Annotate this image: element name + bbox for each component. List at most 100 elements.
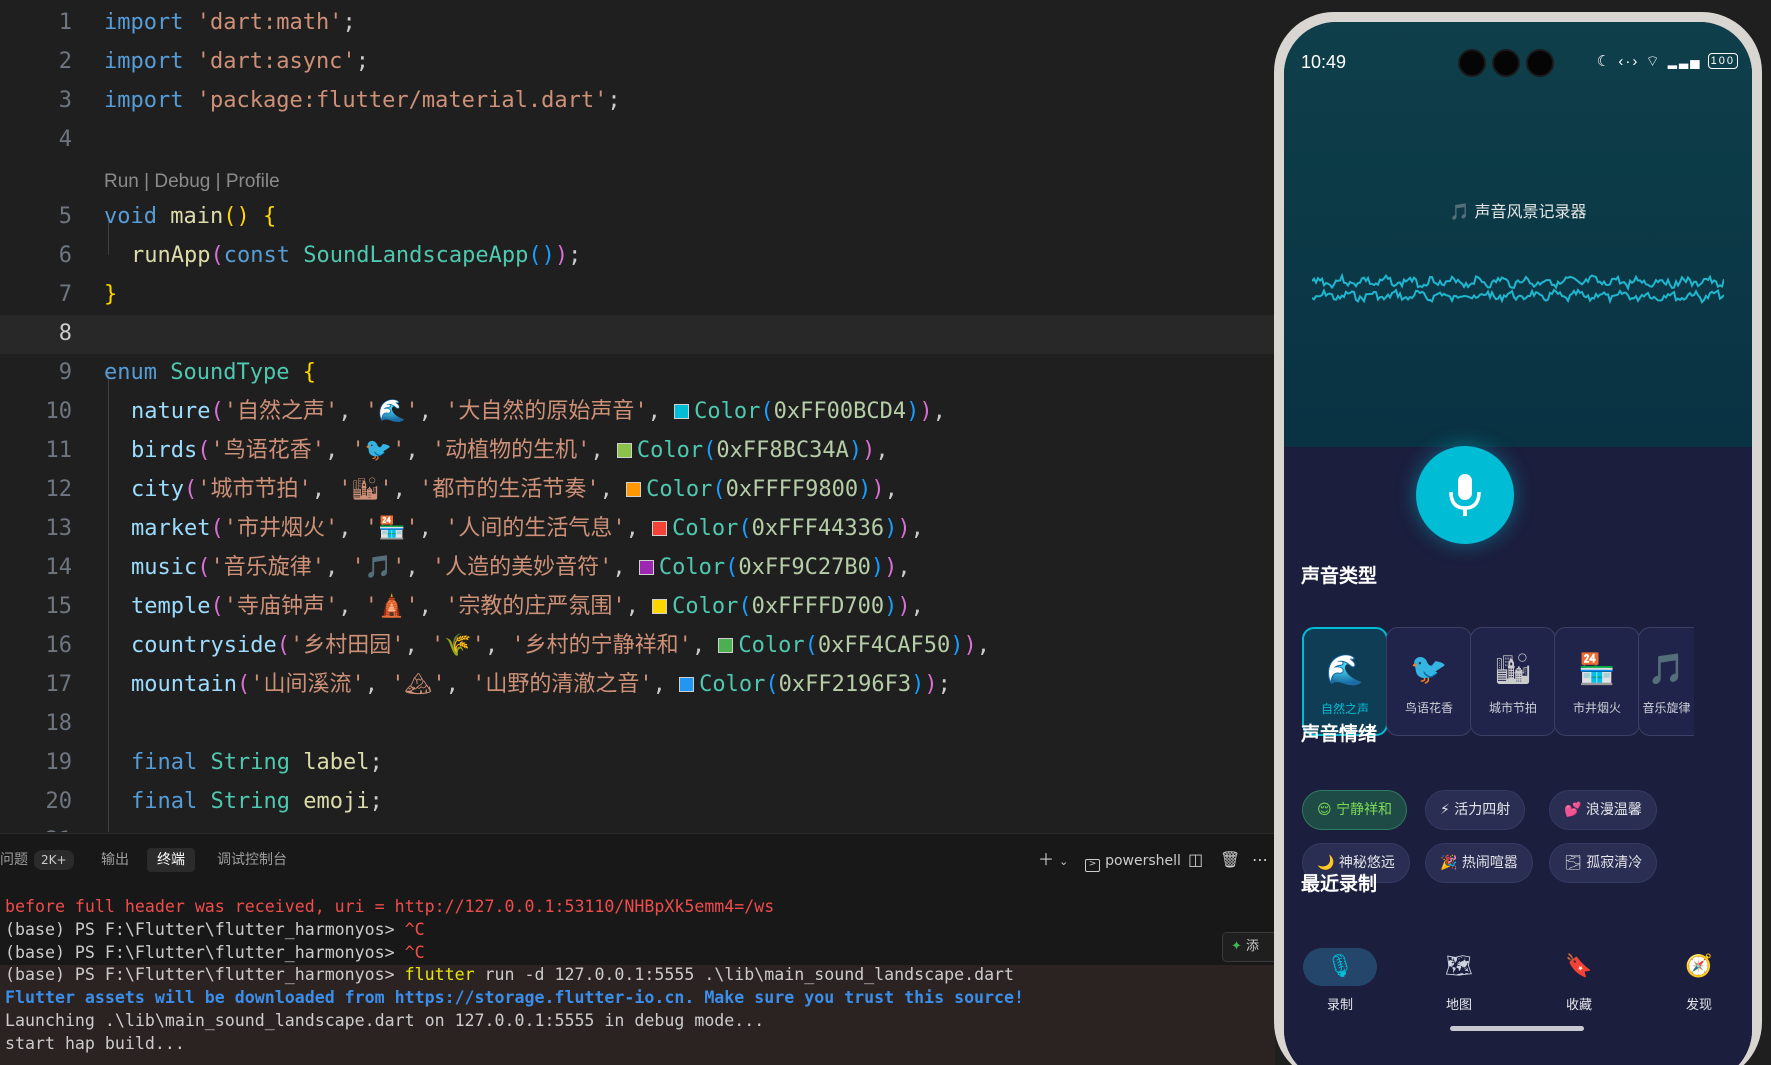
sound-type-card[interactable]: 🏪 市井烟火	[1554, 627, 1640, 736]
line-number: 2	[58, 49, 72, 74]
sound-mood-chip[interactable]: 💕 浪漫温馨	[1549, 790, 1657, 830]
tab-terminal[interactable]: 终端	[147, 848, 195, 872]
code-line[interactable]: 16 countryside('乡村田园', '🌾', '乡村的宁静祥和', Co…	[0, 627, 1275, 666]
terminal-prompt: (base) PS F:\Flutter\flutter_harmonyos>	[5, 942, 405, 962]
sound-mood-chip[interactable]: 😌 宁静祥和	[1302, 790, 1408, 830]
sound-mood-chip[interactable]: 🌫 孤寂清冷	[1549, 843, 1658, 883]
hero-header: 10:49 ☾ ‹·› ⌔ ▂▃▅ 100 🎵 声音风景记录器	[1284, 22, 1752, 447]
code-line[interactable]: 21	[0, 822, 1275, 832]
enum-value-desc: '宗教的庄严氛围'	[445, 594, 626, 619]
tab-output[interactable]: 输出	[101, 848, 129, 872]
terminal-instance[interactable]: > powershell	[1085, 848, 1181, 873]
sound-mood-chip[interactable]: 🎉 热闹喧嚣	[1425, 843, 1533, 883]
enum-value-label: '音乐旋律'	[210, 555, 325, 580]
mood-label: 热闹喧嚣	[1461, 855, 1518, 871]
sound-type-emoji-icon: 🎵	[1647, 652, 1686, 687]
tab-debug-console[interactable]: 调试控制台	[217, 848, 287, 872]
enum-value-name: countryside	[131, 633, 277, 658]
import-path: 'package:flutter/material.dart'	[196, 88, 608, 113]
code-line[interactable]: 15 temple('寺庙钟声', '🛕', '宗教的庄严氛围', Color(0…	[0, 588, 1275, 627]
mood-emoji-icon: 😌	[1317, 802, 1332, 818]
color-swatch[interactable]	[626, 482, 642, 497]
more-icon[interactable]: ⋯	[1252, 848, 1268, 872]
new-terminal-button[interactable]: ＋ ⌄	[1038, 848, 1068, 874]
enum-name: SoundType	[170, 360, 290, 385]
color-swatch[interactable]	[638, 560, 654, 575]
terminal-ctrl-c: ^C	[404, 919, 425, 939]
enum-value-label: '寺庙钟声'	[223, 594, 339, 619]
code-line[interactable]: 13 market('市井烟火', '🏪', '人间的生活气息', Color(0…	[0, 510, 1275, 549]
code-line[interactable]: 10 nature('自然之声', '🌊', '大自然的原始声音', Color(…	[0, 393, 1275, 432]
section-title-sound-type: 声音类型	[1301, 565, 1378, 587]
record-button[interactable]	[1416, 446, 1514, 544]
mood-emoji-icon: ⚡	[1440, 802, 1450, 818]
code-line[interactable]: 17 mountain('山间溪流', '🏔', '山野的清澈之音', Color…	[0, 666, 1275, 705]
bottom-panel: 问题 2K+ 输出 终端 调试控制台 ＋ ⌄ > powershell ◫ 🗑 ⋯…	[0, 833, 1275, 1065]
field-name: emoji	[303, 789, 370, 814]
sound-type-card[interactable]: 🎵 音乐旋律	[1638, 627, 1694, 736]
code-line[interactable]: 19 final String label;	[0, 744, 1275, 783]
enum-value-color: 0xFFFFD700	[751, 594, 885, 619]
code-line[interactable]: 5 void main() {	[0, 198, 1275, 237]
color-swatch[interactable]	[718, 638, 734, 653]
section-title-recent: 最近录制	[1301, 873, 1378, 895]
nav-item[interactable]: 🗺 地图	[1414, 948, 1504, 1013]
nav-label: 收藏	[1565, 998, 1592, 1013]
enum-value-color: 0xFF8BC34A	[716, 438, 849, 463]
enum-value-emoji: '🐦'	[351, 438, 406, 463]
mood-label: 孤寂清冷	[1586, 855, 1643, 871]
chevron-down-icon[interactable]: ⌄	[1059, 855, 1068, 868]
code-line[interactable]: 7 }	[0, 276, 1275, 315]
add-to-chat-button[interactable]: ✦ 添	[1222, 932, 1282, 962]
mic-icon	[1449, 474, 1481, 516]
code-line-current[interactable]: 8	[0, 315, 1275, 354]
terminal-output[interactable]: before full header was received, uri = h…	[5, 896, 1024, 1056]
trash-icon[interactable]: 🗑	[1220, 848, 1240, 872]
mood-emoji-icon: 🌫	[1564, 855, 1582, 871]
code-line[interactable]: 18	[0, 705, 1275, 744]
code-line[interactable]: 1 import 'dart:math';	[0, 4, 1275, 43]
code-line[interactable]: 2 import 'dart:async';	[0, 43, 1275, 82]
mic-icon: 🎙	[1326, 954, 1354, 979]
color-swatch[interactable]	[616, 443, 632, 458]
code-line[interactable]: 9 enum SoundType {	[0, 354, 1275, 393]
code-editor[interactable]: 1 import 'dart:math'; 2 import 'dart:asy…	[0, 0, 1275, 832]
nav-pill: 🗺	[1422, 948, 1496, 986]
split-terminal-icon[interactable]: ◫	[1188, 848, 1203, 872]
terminal-command-args: run -d 127.0.0.1:5555 .\lib\main_sound_l…	[474, 965, 1015, 985]
tab-problems[interactable]: 问题 2K+	[0, 848, 74, 872]
code-line[interactable]: 4	[0, 121, 1275, 160]
nav-item[interactable]: 🎙 录制	[1295, 948, 1385, 1013]
line-number: 7	[58, 282, 72, 307]
sound-mood-chip[interactable]: ⚡ 活力四射	[1425, 790, 1526, 830]
color-swatch[interactable]	[652, 599, 668, 614]
camera-icon	[1458, 49, 1486, 77]
nav-label: 录制	[1326, 998, 1353, 1013]
sound-type-card[interactable]: 🏙 城市节拍	[1470, 627, 1556, 736]
code-line[interactable]: 12 city('城市节拍', '🏙', '都市的生活节奏', Color(0xF…	[0, 471, 1275, 510]
enum-value-color: 0xFF2196F3	[778, 672, 912, 697]
codelens-run-debug-profile[interactable]: Run | Debug | Profile	[104, 168, 280, 196]
code-line[interactable]: 11 birds('鸟语花香', '🐦', '动植物的生机', Color(0xF…	[0, 432, 1275, 471]
sound-type-label: 城市节拍	[1488, 701, 1537, 715]
terminal-line: Flutter assets will be downloaded from h…	[5, 988, 1025, 1008]
nfc-icon: ‹·›	[1618, 53, 1640, 70]
nav-item[interactable]: 🔖 收藏	[1534, 948, 1624, 1013]
nav-pill: 🔖	[1542, 948, 1616, 986]
line-number: 5	[58, 204, 72, 229]
code-line[interactable]: 6 runApp(const SoundLandscapeApp());	[0, 237, 1275, 276]
home-indicator[interactable]	[1450, 1026, 1584, 1031]
nav-pill: 🎙	[1303, 948, 1377, 986]
color-swatch[interactable]	[652, 521, 668, 536]
code-line[interactable]: 14 music('音乐旋律', '🎵', '人造的美妙音符', Color(0x…	[0, 549, 1275, 588]
nav-label: 发现	[1685, 998, 1712, 1013]
terminal-icon: >	[1085, 859, 1100, 872]
enum-value-name: temple	[131, 594, 211, 619]
sound-type-card[interactable]: 🐦 鸟语花香	[1386, 627, 1472, 736]
color-swatch[interactable]	[674, 404, 690, 419]
nav-item[interactable]: 🧭 发现	[1654, 948, 1744, 1013]
enum-value-emoji: '🏙'	[338, 477, 393, 502]
color-swatch[interactable]	[679, 677, 695, 692]
code-line[interactable]: 3 import 'package:flutter/material.dart'…	[0, 82, 1275, 121]
code-line[interactable]: 20 final String emoji;	[0, 783, 1275, 822]
